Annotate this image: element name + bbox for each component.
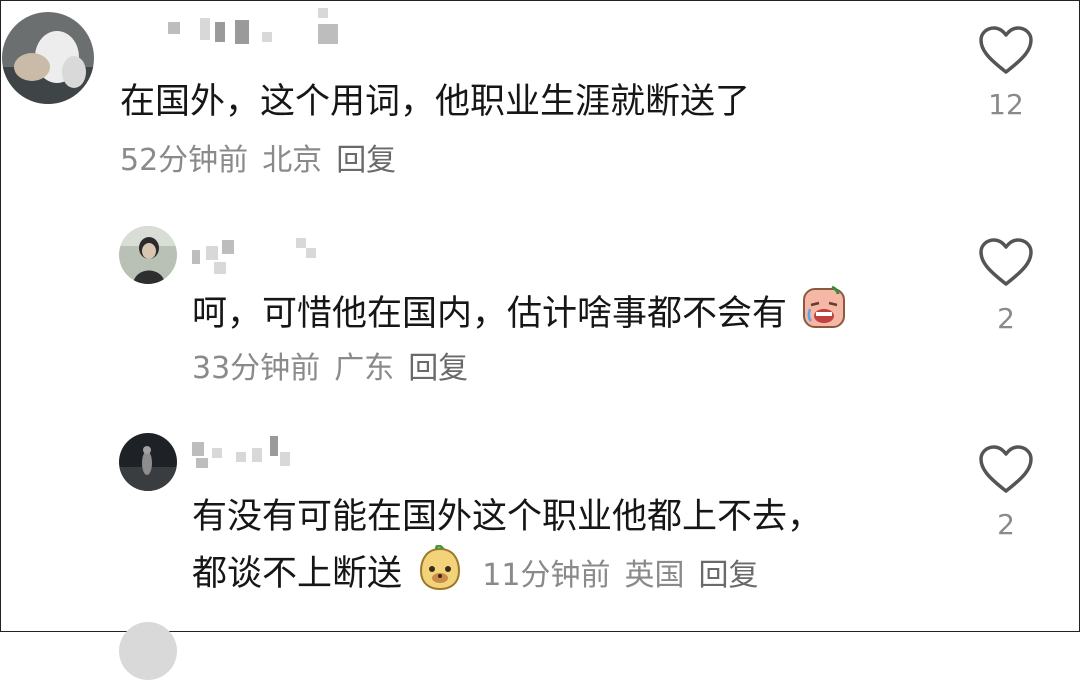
comment-location: 广东 [334,351,395,386]
comment-time: 33分钟前 [192,351,321,386]
user-avatar[interactable] [2,12,94,104]
comment-text-content: 呵，可惜他在国内，估计啥事都不会有 [192,294,788,334]
heart-outline-icon[interactable] [978,238,1034,288]
user-avatar[interactable] [119,226,177,284]
like-count: 12 [988,88,1024,121]
comment-meta: 52分钟前 北京 回复 [120,141,410,181]
like-count: 2 [997,302,1015,335]
comment-meta: 11分钟前 英国 回复 [482,558,772,593]
comment-location: 北京 [262,143,323,178]
comment-text: 呵，可惜他在国内，估计啥事都不会有 [192,285,848,338]
next-avatar-partial [119,622,177,680]
like-count: 2 [997,508,1015,541]
comment-text-line2: 都谈不上断送 11分钟前 英国 回复 [192,545,772,598]
crying-face-emoji [803,285,846,328]
comment-meta: 33分钟前 广东 回复 [192,349,482,389]
reply-button[interactable]: 回复 [698,558,758,593]
user-avatar[interactable] [119,433,177,491]
reply-button[interactable]: 回复 [336,143,396,178]
heart-outline-icon[interactable] [978,26,1034,76]
comment-time: 11分钟前 [482,558,611,593]
comment-time: 52分钟前 [120,143,249,178]
reply-button[interactable]: 回复 [408,351,468,386]
dog-face-emoji [420,545,461,591]
comment-text-content: 都谈不上断送 [192,554,403,594]
comment-text-line1: 有没有可能在国外这个职业他都上不去， [192,497,823,537]
heart-outline-icon[interactable] [978,445,1034,495]
comment-location: 英国 [624,558,685,593]
comment-text: 在国外，这个用词，他职业生涯就断送了 [120,82,751,122]
